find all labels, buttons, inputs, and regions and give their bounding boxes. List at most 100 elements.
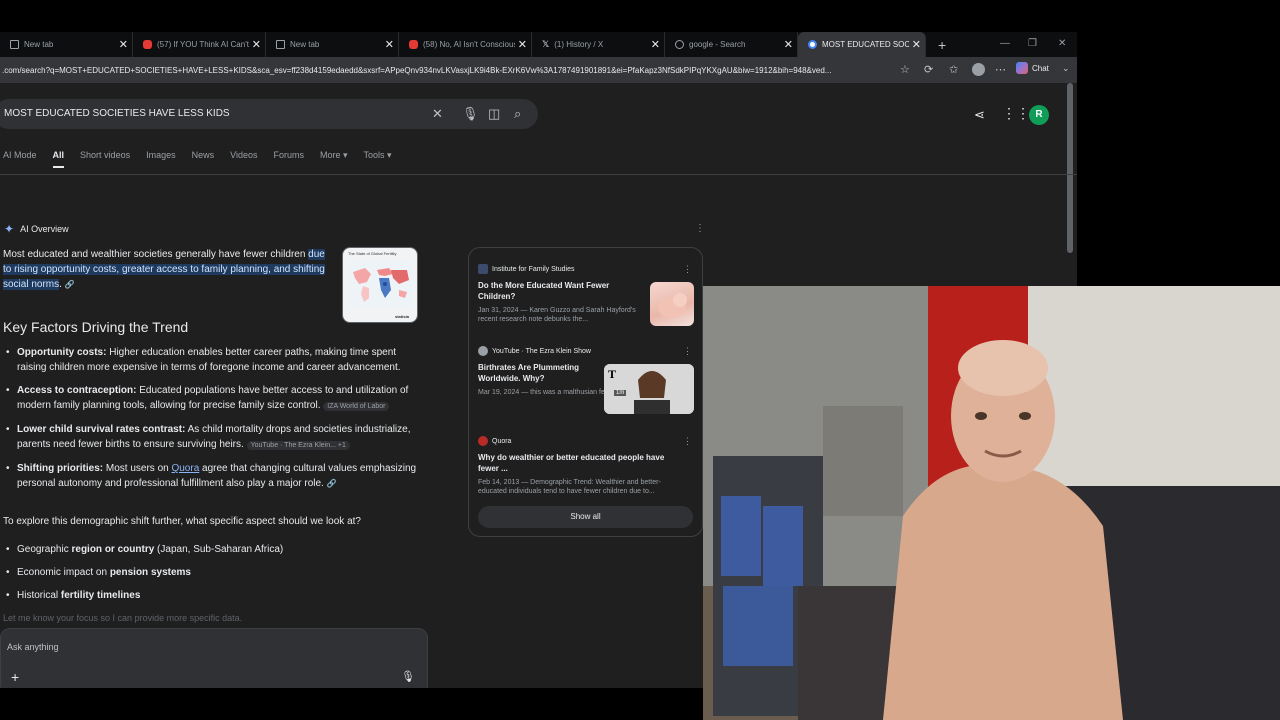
tab-forums[interactable]: Forums (273, 150, 304, 170)
tab-6-active[interactable]: MOST EDUCATED SOCIETIES ✕ (798, 32, 926, 57)
close-tab-icon[interactable]: ✕ (912, 38, 921, 51)
list-item: Lower child survival rates contrast: As … (6, 422, 422, 453)
tab-strip: New tab ✕ (57) If YOU Think AI Can't Re … (0, 32, 1077, 57)
search-box[interactable]: MOST EDUCATED SOCIETIES HAVE LESS KIDS ✕… (0, 99, 538, 129)
source-site: Institute for Family Studies (478, 264, 696, 274)
menu-dots-icon[interactable]: ⋯ (995, 63, 1006, 76)
option-before: Historical (17, 590, 61, 601)
link-icon[interactable]: 🔗 (327, 479, 337, 488)
tab-2[interactable]: New tab ✕ (266, 32, 399, 57)
profile-avatar[interactable] (972, 63, 985, 76)
factor-bold: Lower child survival rates contrast: (17, 424, 186, 435)
tab-0[interactable]: New tab ✕ (0, 32, 133, 57)
google-icon (808, 40, 817, 49)
intro-plain: Most educated and wealthier societies ge… (3, 249, 309, 260)
tab-title: (58) No, AI Isn't Conscious: (423, 40, 515, 49)
tab-title: MOST EDUCATED SOCIETIES (822, 40, 909, 49)
tab-5[interactable]: google - Search ✕ (665, 32, 798, 57)
tab-1[interactable]: (57) If YOU Think AI Can't Re ✕ (133, 32, 266, 57)
factor-bold: Shifting priorities: (17, 463, 104, 474)
option-bold: fertility timelines (60, 590, 141, 601)
show-all-button[interactable]: Show all (478, 506, 693, 528)
bookmark-star-icon[interactable]: ☆ (900, 63, 910, 76)
microphone-icon[interactable]: 🎙 (401, 670, 415, 683)
tab-title: (57) If YOU Think AI Can't Re (157, 40, 249, 49)
tab-videos[interactable]: Videos (230, 150, 257, 170)
ask-anything-box[interactable]: Ask anything + 🎙 (0, 628, 428, 688)
more-options-icon[interactable]: ⋮ (683, 346, 692, 357)
lens-icon[interactable]: ◫ (488, 106, 500, 122)
more-options-icon[interactable]: ⋮ (695, 223, 705, 234)
tab-4[interactable]: 𝕏 (1) History / X ✕ (532, 32, 665, 57)
extension-icon[interactable]: ⟳ (924, 63, 933, 76)
close-tab-icon[interactable]: ✕ (119, 38, 128, 51)
close-window-icon[interactable]: ✕ (1058, 38, 1066, 49)
source-chip[interactable]: YouTube · The Ezra Klein... +1 (246, 441, 350, 450)
video-duration: 1m (614, 390, 627, 396)
source-card[interactable]: YouTube · The Ezra Klein Show ⋮ Birthrat… (478, 346, 696, 414)
ai-overview-title: AI Overview (20, 224, 69, 234)
source-snippet: Feb 14, 2013 — Demographic Trend: Wealth… (478, 479, 661, 495)
source-card[interactable]: Institute for Family Studies ⋮ Do the Mo… (478, 264, 696, 326)
ask-placeholder[interactable]: Ask anything (7, 642, 59, 652)
option-after: (Japan, Sub-Saharan Africa) (154, 544, 284, 555)
search-query[interactable]: MOST EDUCATED SOCIETIES HAVE LESS KIDS (4, 108, 230, 119)
favorites-icon[interactable]: ✩ (949, 63, 958, 76)
video-thumbnail: T 1m (604, 364, 694, 414)
more-options-icon[interactable]: ⋮ (683, 436, 692, 447)
copilot-icon (1016, 62, 1028, 74)
factor-bold: Access to contraception: (17, 385, 137, 396)
key-factors-list: Opportunity costs: Higher education enab… (6, 345, 422, 499)
quora-link[interactable]: Quora (171, 463, 199, 474)
link-icon[interactable]: 🔗 (65, 280, 75, 289)
close-tab-icon[interactable]: ✕ (385, 38, 394, 51)
close-tab-icon[interactable]: ✕ (518, 38, 527, 51)
search-icon[interactable]: ⌕ (514, 106, 521, 122)
source-chip[interactable]: IZA World of Labor (323, 402, 390, 411)
source-card[interactable]: Quora ⋮ Why do wealthier or better educa… (478, 436, 696, 496)
new-tab-icon[interactable]: + (938, 37, 946, 53)
world-map-icon (349, 262, 413, 306)
tab-title: (1) History / X (554, 40, 604, 49)
tab-ai-mode[interactable]: AI Mode (3, 150, 37, 170)
search-nav-tabs: AI Mode All Short videos Images News Vid… (3, 150, 408, 170)
close-tab-icon[interactable]: ✕ (784, 38, 793, 51)
tab-all[interactable]: All (52, 150, 64, 170)
user-avatar[interactable]: R (1029, 105, 1049, 125)
plus-icon[interactable]: + (11, 669, 19, 685)
close-tab-icon[interactable]: ✕ (252, 38, 261, 51)
chat-button[interactable]: Chat (1016, 62, 1049, 74)
ai-overview-header: ✦ AI Overview (4, 222, 69, 236)
microphone-icon[interactable]: 🎙 (462, 106, 479, 122)
screen: New tab ✕ (57) If YOU Think AI Can't Re … (0, 0, 1280, 720)
chevron-down-icon[interactable]: ⌄ (1062, 63, 1070, 74)
intro-end: . (59, 279, 62, 290)
source-site: Quora (478, 436, 696, 446)
clear-icon[interactable]: ✕ (432, 106, 443, 122)
ifs-logo-icon (478, 264, 488, 274)
list-item: Geographic region or country (Japan, Sub… (6, 542, 422, 557)
apps-grid-icon[interactable]: ⋮⋮ (1002, 105, 1030, 122)
baby-thumbnail (650, 282, 694, 326)
key-factors-heading: Key Factors Driving the Trend (3, 319, 189, 335)
fertility-map-thumbnail[interactable]: The State of Global Fertility statista (342, 247, 418, 323)
tab-short-videos[interactable]: Short videos (80, 150, 130, 170)
more-options-icon[interactable]: ⋮ (683, 264, 692, 275)
source-site-name: YouTube · The Ezra Klein Show (492, 347, 591, 355)
restore-icon[interactable]: ❐ (1028, 38, 1037, 49)
channel-avatar-icon (478, 346, 488, 356)
close-tab-icon[interactable]: ✕ (651, 38, 660, 51)
scrollbar[interactable] (1067, 83, 1073, 253)
option-bold: pension systems (109, 567, 191, 578)
quora-logo-icon (478, 436, 488, 446)
tab-3[interactable]: (58) No, AI Isn't Conscious: ✕ (399, 32, 532, 57)
tab-more[interactable]: More ▾ (320, 150, 348, 170)
minimize-icon[interactable]: — (1000, 38, 1010, 49)
tab-news[interactable]: News (192, 150, 215, 170)
factor-text-before: Most users on (103, 463, 172, 474)
share-icon[interactable]: ⋖ (974, 107, 985, 123)
webcam-overlay (703, 286, 1280, 720)
url-field[interactable]: .com/search?q=MOST+EDUCATED+SOCIETIES+HA… (0, 66, 892, 75)
tab-tools[interactable]: Tools ▾ (364, 150, 392, 170)
tab-images[interactable]: Images (146, 150, 176, 170)
